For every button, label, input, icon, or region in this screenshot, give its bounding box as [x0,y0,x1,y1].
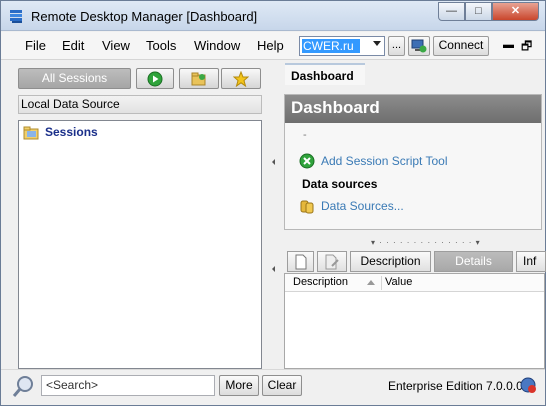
document-edit-icon [325,254,339,270]
sessions-tree[interactable]: Sessions [18,120,262,369]
star-icon [232,70,250,88]
network-status-icon[interactable] [519,376,537,394]
dashboard-panel: Dashboard - Add Session Script Tool Data… [284,94,542,230]
column-divider[interactable] [381,276,382,290]
quick-connect-icon-button[interactable] [408,36,430,56]
tab-dashboard[interactable]: Dashboard [285,63,365,85]
data-source-label: Local Data Source [18,95,262,114]
menu-window[interactable]: Window [194,38,240,53]
details-grid[interactable]: Description Value [284,273,545,369]
more-button[interactable]: More [219,375,259,396]
app-window: Remote Desktop Manager [Dashboard] — □ ✕… [0,0,546,406]
maximize-button[interactable]: □ [465,2,492,21]
app-logo-icon [10,10,22,23]
column-header-value[interactable]: Value [385,276,412,288]
navigation-panel: All Sessions Local Data Source Sessions [1,61,271,369]
edition-label: Enterprise Edition 7.0.0.0 [388,379,523,393]
tree-item-label: Sessions [45,125,98,139]
connect-button[interactable]: Connect [433,36,489,56]
database-icon [300,200,314,214]
tab-information[interactable]: Inf [516,251,546,272]
menu-edit[interactable]: Edit [62,38,84,53]
favorites-folder-button[interactable] [179,68,219,89]
clear-button[interactable]: Clear [262,375,302,396]
monitor-connect-icon [411,39,427,53]
mdi-minimize-button[interactable]: ▬ [503,39,514,51]
data-source-dropdown[interactable]: CWER.ru [299,36,385,56]
tab-new-document[interactable] [287,251,314,272]
chevron-down-icon [373,41,381,46]
folder-refresh-icon [191,72,206,86]
mdi-restore-button[interactable]: 🗗 [521,37,532,58]
menu-file[interactable]: File [25,38,46,53]
window-title: Remote Desktop Manager [Dashboard] [31,9,258,24]
open-session-button[interactable] [136,68,174,89]
tab-edit-document[interactable] [317,251,347,272]
play-icon [147,71,163,87]
document-icon [295,254,306,270]
menu-view[interactable]: View [102,38,130,53]
menu-tools[interactable]: Tools [146,38,176,53]
data-sources-link[interactable]: Data Sources... [321,199,404,213]
folder-icon [23,126,39,140]
close-button[interactable]: ✕ [492,2,539,21]
horizontal-splitter-grip[interactable]: ▾ · · · · · · · · · · · · · · ▾ [371,238,481,247]
tab-description[interactable]: Description [350,251,431,272]
details-tab-strip: Description Details Inf [284,248,546,272]
sort-ascending-icon [367,280,375,285]
data-sources-heading: Data sources [302,177,378,191]
title-bar: Remote Desktop Manager [Dashboard] — □ ✕ [1,1,545,31]
placeholder-text: - [303,129,307,141]
search-icon [12,376,33,397]
data-source-browse-button[interactable]: ... [388,36,405,56]
data-source-selected-value: CWER.ru [302,39,360,53]
status-bar: <Search> More Clear Enterprise Edition 7… [1,369,545,405]
grid-header: Description Value [285,274,544,292]
dashboard-title: Dashboard [285,95,541,123]
tab-details[interactable]: Details [434,251,513,272]
collapse-arrow-icon [272,159,275,165]
add-session-script-tool-link[interactable]: Add Session Script Tool [321,154,448,168]
favorites-button[interactable] [221,68,261,89]
menu-help[interactable]: Help [257,38,284,53]
add-icon [299,153,315,169]
menu-bar: File Edit View Tools Window Help CWER.ru… [1,32,545,60]
minimize-button[interactable]: — [438,2,465,21]
content-panel: Dashboard Dashboard - Add Session Script… [279,61,546,369]
column-header-description[interactable]: Description [293,276,348,288]
search-input[interactable]: <Search> [41,375,215,396]
collapse-arrow-icon [272,266,275,272]
panel-splitter[interactable] [267,61,277,369]
all-sessions-button[interactable]: All Sessions [18,68,131,89]
